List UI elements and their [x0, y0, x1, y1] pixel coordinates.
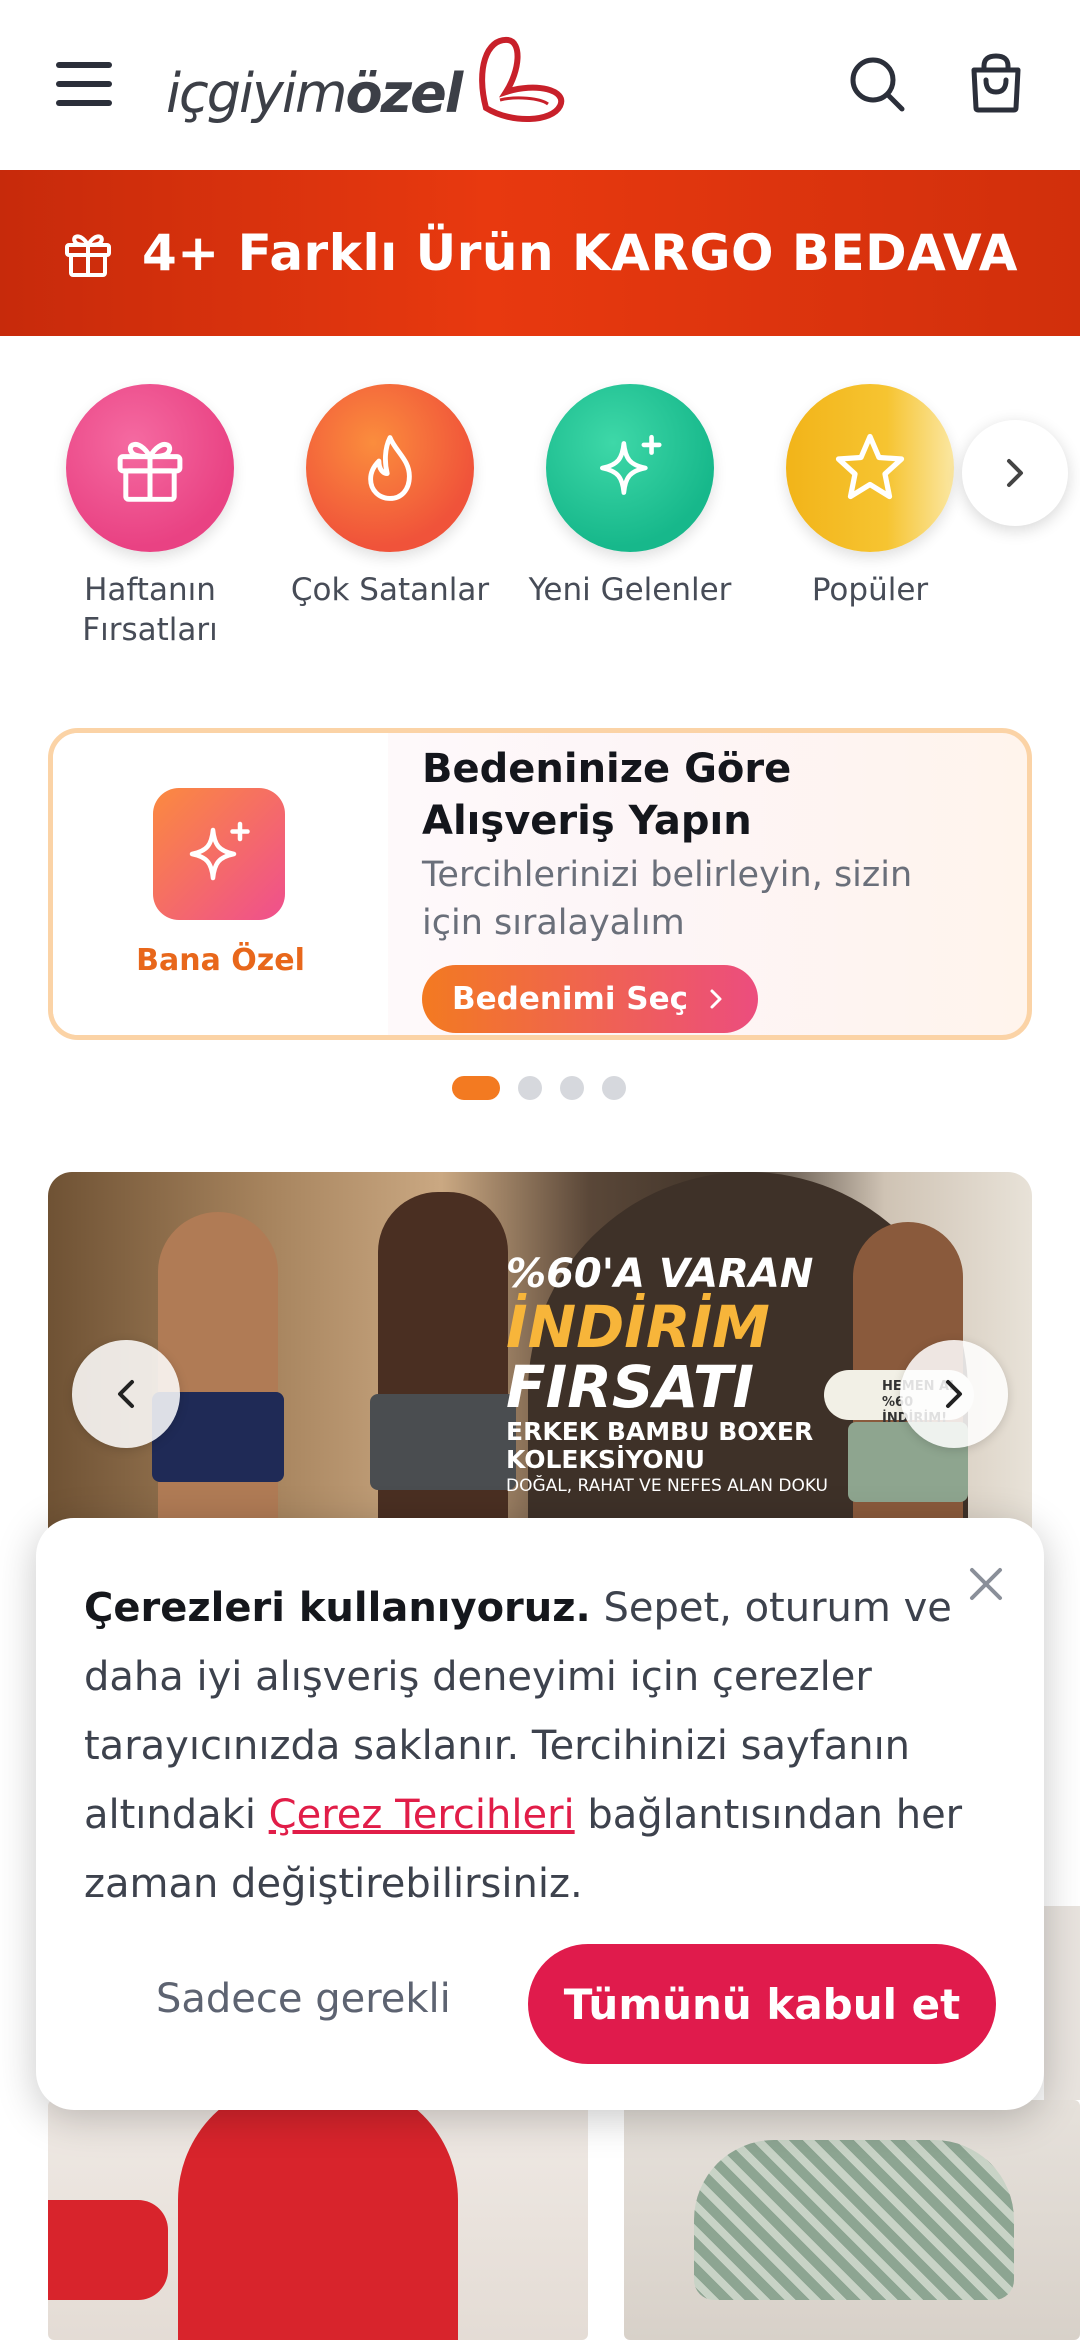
chevron-right-icon	[710, 989, 722, 1009]
chevron-right-icon	[946, 1380, 962, 1408]
sparkle-icon	[153, 788, 285, 920]
menu-icon[interactable]	[56, 62, 112, 106]
personalized-shopping-card[interactable]: Bana Özel Bedeninize Göre Alışveriş Yapı…	[48, 728, 1032, 1040]
chevron-left-icon	[118, 1380, 134, 1408]
model-image	[158, 1212, 278, 1532]
category-shortcuts: Haftanın Fırsatları Çok Satanlar Yeni Ge…	[0, 380, 1080, 660]
cookie-consent-dialog: Çerezleri kullanıyoruz. Sepet, oturum ve…	[36, 1518, 1044, 2110]
gift-icon	[66, 384, 234, 552]
brand-logo[interactable]: içgiyimözel	[166, 30, 576, 140]
hero-line-4b: KOLEKSİYONU	[506, 1445, 705, 1474]
personal-card-title: Bedeninize Göre Alışveriş Yapın	[422, 746, 792, 844]
hero-line-5: DOĞAL, RAHAT VE NEFES ALAN DOKU	[506, 1476, 828, 1496]
category-label: Yeni Gelenler	[528, 572, 732, 608]
cookie-preferences-link[interactable]: Çerez Tercihleri	[269, 1792, 575, 1838]
personal-card-subtitle: Tercihlerinizi belirleyin, sizin için sı…	[422, 855, 913, 943]
personal-card-left: Bana Özel	[53, 733, 388, 1035]
hero-line-4a: ERKEK BAMBU BOXER	[506, 1417, 814, 1446]
hero-line-1: %60'A VARAN	[506, 1251, 814, 1297]
hero-prev-button[interactable]	[72, 1340, 180, 1448]
category-label: Haftanın Fırsatları	[82, 572, 218, 648]
hero-next-button[interactable]	[900, 1340, 1008, 1448]
category-new-arrivals[interactable]: Yeni Gelenler	[525, 380, 735, 610]
carousel-indicator	[452, 1076, 626, 1100]
category-best-sellers[interactable]: Çok Satanlar	[285, 380, 495, 610]
free-shipping-banner[interactable]: 4+ Farklı Ürün KARGO BEDAVA	[0, 170, 1080, 336]
shopping-bag-icon[interactable]	[964, 52, 1028, 116]
categories-next-button[interactable]	[962, 420, 1068, 526]
category-weekly-deals[interactable]: Haftanın Fırsatları	[45, 380, 255, 650]
hero-text: %60'A VARAN İNDİRİM FIRSATI ERKEK BAMBU …	[506, 1250, 828, 1498]
product-card[interactable]	[48, 2100, 588, 2340]
search-icon[interactable]	[845, 52, 909, 116]
product-card[interactable]	[624, 2100, 1080, 2340]
hero-banner[interactable]: %60'A VARAN İNDİRİM FIRSATI ERKEK BAMBU …	[48, 1172, 1032, 1532]
gift-icon	[65, 234, 111, 277]
product-image-detail	[48, 2200, 168, 2300]
star-icon	[786, 384, 954, 552]
accept-all-button[interactable]: Tümünü kabul et	[528, 1944, 996, 2064]
carousel-dot[interactable]	[560, 1076, 584, 1100]
carousel-dot[interactable]	[518, 1076, 542, 1100]
carousel-dot[interactable]	[452, 1076, 500, 1100]
category-label: Popüler	[811, 572, 929, 608]
chevron-right-icon	[1007, 459, 1023, 487]
boxer-image	[370, 1394, 516, 1490]
necessary-only-button[interactable]: Sadece gerekli	[156, 1976, 451, 2022]
category-popular[interactable]: Popüler	[765, 380, 975, 610]
cookie-title: Çerezleri kullanıyoruz.	[84, 1585, 591, 1631]
for-me-label: Bana Özel	[136, 943, 305, 978]
product-image	[178, 2100, 458, 2340]
product-card-edge	[1044, 1906, 1080, 2100]
category-label: Çok Satanlar	[290, 572, 490, 608]
flame-icon	[306, 384, 474, 552]
choose-size-label: Bedenimi Seç	[451, 981, 688, 1017]
hero-line-2: İNDİRİM	[506, 1293, 770, 1361]
hero-line-3: FIRSATI	[506, 1353, 755, 1421]
choose-size-button[interactable]: Bedenimi Seç	[422, 965, 758, 1033]
close-icon[interactable]	[962, 1560, 1010, 1608]
cookie-message: Çerezleri kullanıyoruz. Sepet, oturum ve…	[84, 1574, 994, 1919]
butterfly-logo-icon	[479, 37, 565, 122]
promo-text: 4+ Farklı Ürün KARGO BEDAVA	[142, 224, 1018, 282]
carousel-dot[interactable]	[602, 1076, 626, 1100]
app-header: içgiyimözel	[0, 0, 1080, 170]
logo-text: içgiyimözel	[166, 62, 463, 125]
sparkle-icon	[546, 384, 714, 552]
product-image	[694, 2140, 1014, 2300]
